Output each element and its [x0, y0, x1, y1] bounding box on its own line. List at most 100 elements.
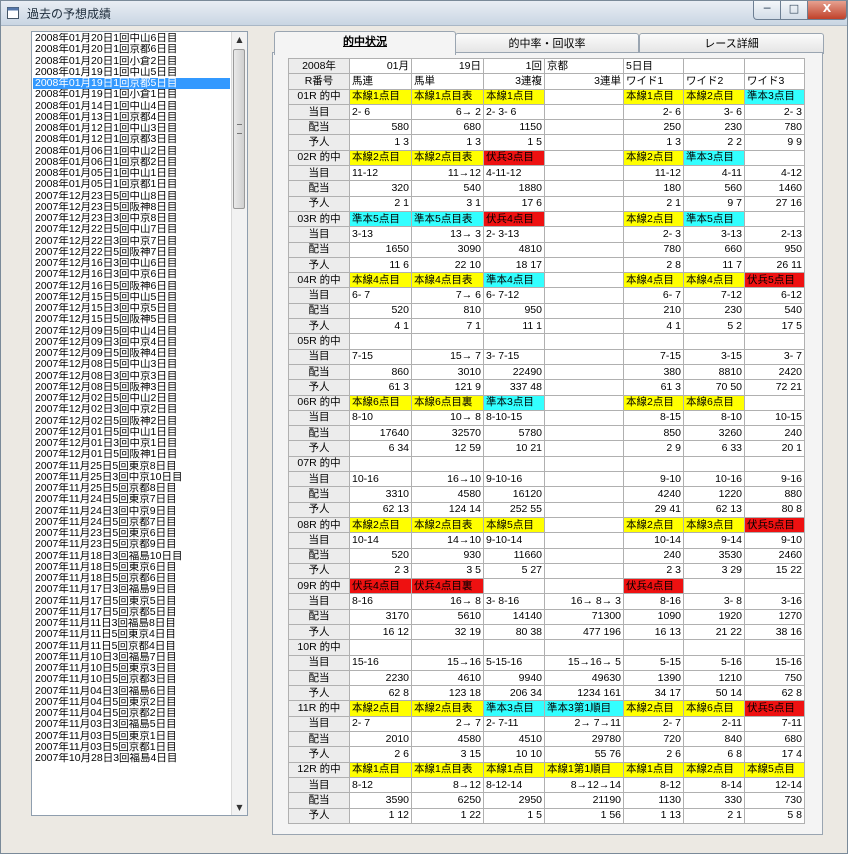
atari-label-cell[interactable]: 当目 — [288, 226, 350, 243]
race-date-list-item[interactable]: 2007年11月03日3回福島5日目 — [33, 719, 230, 730]
atari-value-cell[interactable]: 2- 6 — [349, 103, 412, 121]
ninki-value-cell[interactable]: 80 38 — [483, 623, 545, 641]
race-date-list-item[interactable]: 2007年12月08日3回中京3日目 — [33, 371, 230, 382]
ninki-value-cell[interactable]: 1 3 — [623, 134, 684, 151]
race-date-list-item[interactable]: 2007年11月24日5回東京7日目 — [33, 494, 230, 505]
race-date-list-item[interactable]: 2007年12月16日3回中京6日目 — [33, 269, 230, 280]
ninki-value-cell[interactable]: 1 13 — [623, 807, 684, 824]
scroll-down-arrow-icon[interactable]: ▼ — [232, 800, 247, 815]
race-date-list-item[interactable]: 2007年12月22日3回中京7日目 — [33, 236, 230, 247]
haito-value-cell[interactable]: 4510 — [483, 731, 545, 748]
race-date-list-item[interactable]: 2007年11月18日5回東京6日目 — [33, 562, 230, 573]
race-date-list-item[interactable]: 2007年11月03日5回東京1日目 — [33, 731, 230, 742]
ninki-value-cell[interactable] — [544, 195, 624, 212]
nichime-cell[interactable]: 5日目 — [623, 57, 684, 75]
hit-status-cell[interactable]: 本線2点目 — [623, 149, 684, 167]
race-date-list-item[interactable]: 2007年11月24日5回京都7日目 — [33, 517, 230, 528]
col-header-wide3[interactable]: ワイド3 — [744, 73, 805, 90]
race-date-list-item[interactable]: 2007年11月10日5回東京3日目 — [33, 663, 230, 674]
ninki-label-cell[interactable]: 予人 — [288, 134, 350, 151]
race-date-list-item[interactable]: 2007年11月03日5回京都1日目 — [33, 742, 230, 753]
ninki-value-cell[interactable]: 5 27 — [483, 562, 545, 580]
ninki-label-cell[interactable]: 予人 — [288, 256, 350, 274]
haito-value-cell[interactable]: 5610 — [411, 608, 484, 625]
hit-status-cell[interactable] — [483, 455, 545, 473]
race-label-cell[interactable]: 02R 的中 — [288, 149, 350, 167]
atari-value-cell[interactable]: 2- 3 — [623, 226, 684, 243]
haito-value-cell[interactable]: 780 — [744, 119, 805, 136]
haito-value-cell[interactable]: 1130 — [623, 792, 684, 809]
race-date-list-item[interactable]: 2008年01月20日1回京都6日目 — [33, 44, 230, 55]
race-date-list-item[interactable]: 2007年12月02日5回中山2日目 — [33, 393, 230, 404]
haito-value-cell[interactable]: 32570 — [411, 425, 484, 442]
haito-value-cell[interactable]: 14140 — [483, 608, 545, 625]
haito-label-cell[interactable]: 配当 — [288, 731, 350, 748]
race-date-list-item[interactable]: 2007年12月22日5回阪神7日目 — [33, 247, 230, 258]
atari-value-cell[interactable]: 6-12 — [744, 287, 805, 304]
hit-status-cell[interactable] — [544, 516, 624, 534]
ninki-value-cell[interactable]: 2 3 — [623, 562, 684, 580]
haito-label-cell[interactable]: 配当 — [288, 669, 350, 687]
col-header-umatan[interactable]: 馬単 — [411, 73, 484, 90]
hit-status-cell[interactable]: 伏兵4点目 — [623, 578, 684, 595]
atari-value-cell[interactable]: 6- 7 — [623, 287, 684, 304]
ninki-value-cell[interactable]: 337 48 — [483, 379, 545, 396]
race-date-list-item[interactable]: 2008年01月13日1回京都4日目 — [33, 112, 230, 123]
atari-value-cell[interactable]: 15→16 — [411, 654, 484, 671]
haito-value-cell[interactable]: 16120 — [483, 486, 545, 503]
hit-status-cell[interactable]: 本線1点目 — [623, 88, 684, 105]
atari-value-cell[interactable]: 2- 7 — [623, 715, 684, 733]
race-date-list-item[interactable]: 2008年01月19日1回中山5日目 — [33, 67, 230, 78]
hit-status-cell[interactable] — [744, 455, 805, 473]
atari-value-cell[interactable]: 5-15 — [623, 654, 684, 671]
haito-value-cell[interactable]: 780 — [623, 241, 684, 258]
race-date-list-item[interactable]: 2007年12月02日3回中京2日目 — [33, 404, 230, 415]
atari-value-cell[interactable]: 8-10-15 — [483, 409, 545, 427]
ninki-value-cell[interactable]: 6 8 — [683, 746, 745, 763]
atari-value-cell[interactable]: 2-13 — [744, 226, 805, 243]
haito-value-cell[interactable]: 4240 — [623, 486, 684, 503]
atari-label-cell[interactable]: 当目 — [288, 776, 350, 794]
race-date-list-item[interactable]: 2007年11月25日3回中京10日目 — [33, 472, 230, 483]
ninki-value-cell[interactable]: 3 5 — [411, 562, 484, 580]
atari-value-cell[interactable]: 6→ 2 — [411, 103, 484, 121]
haito-value-cell[interactable]: 2460 — [744, 547, 805, 564]
atari-value-cell[interactable]: 7-12 — [683, 287, 745, 304]
haito-value-cell[interactable] — [544, 119, 624, 136]
haito-value-cell[interactable]: 1390 — [623, 669, 684, 687]
ninki-value-cell[interactable]: 17 6 — [483, 195, 545, 212]
ninki-value-cell[interactable]: 2 3 — [349, 562, 412, 580]
haito-value-cell[interactable]: 380 — [623, 363, 684, 381]
ninki-value-cell[interactable] — [544, 440, 624, 457]
hit-status-cell[interactable]: 準本3点目 — [744, 88, 805, 105]
hit-status-cell[interactable] — [744, 149, 805, 167]
atari-label-cell[interactable]: 当目 — [288, 715, 350, 733]
ninki-value-cell[interactable]: 22 10 — [411, 256, 484, 274]
haito-label-cell[interactable]: 配当 — [288, 425, 350, 442]
race-date-list-item[interactable]: 2007年12月23日3回中京8日目 — [33, 213, 230, 224]
atari-value-cell[interactable]: 4-11 — [683, 165, 745, 182]
atari-value-cell[interactable]: 2- 3-13 — [483, 226, 545, 243]
atari-value-cell[interactable]: 6- 7-12 — [483, 287, 545, 304]
haito-value-cell[interactable]: 240 — [623, 547, 684, 564]
race-date-list-item[interactable]: 2007年12月22日5回中山7日目 — [33, 224, 230, 235]
race-date-list-item[interactable]: 2007年11月23日5回京都9日目 — [33, 539, 230, 550]
ninki-label-cell[interactable]: 予人 — [288, 562, 350, 580]
haito-value-cell[interactable]: 2230 — [349, 669, 412, 687]
atari-value-cell[interactable]: 2- 6 — [623, 103, 684, 121]
atari-value-cell[interactable]: 8-10 — [349, 409, 412, 427]
atari-value-cell[interactable]: 2→ 7 — [411, 715, 484, 733]
atari-value-cell[interactable]: 5-15-16 — [483, 654, 545, 671]
ninki-value-cell[interactable]: 80 8 — [744, 501, 805, 518]
race-date-list-item[interactable]: 2007年11月11日3回福島8日目 — [33, 618, 230, 629]
list-scrollbar[interactable]: ▲ ▼ — [231, 32, 247, 815]
haito-value-cell[interactable]: 320 — [349, 180, 412, 197]
atari-value-cell[interactable]: 7-11 — [744, 715, 805, 733]
hit-status-cell[interactable] — [744, 394, 805, 411]
haito-value-cell[interactable] — [544, 547, 624, 564]
hit-status-cell[interactable] — [744, 333, 805, 350]
atari-value-cell[interactable]: 10-14 — [349, 532, 412, 549]
haito-value-cell[interactable]: 3310 — [349, 486, 412, 503]
scroll-up-arrow-icon[interactable]: ▲ — [232, 32, 247, 47]
haito-label-cell[interactable]: 配当 — [288, 363, 350, 381]
